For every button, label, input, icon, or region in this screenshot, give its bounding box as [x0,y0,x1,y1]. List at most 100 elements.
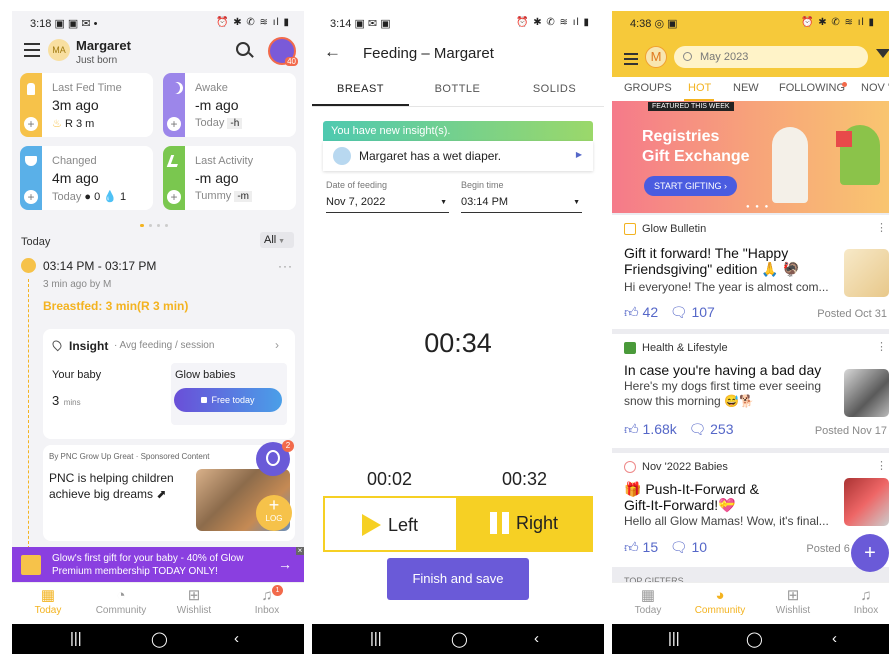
tile-last-activity[interactable]: + Last Activity -m ago Tummy -m [163,146,296,210]
nav-wishlist[interactable]: ⊞ Wishlist [758,587,828,616]
sponsor-title[interactable]: PNC is helping children achieve big drea… [49,470,187,502]
nav-inbox[interactable]: ♫ Inbox 1 [232,585,302,616]
nav-community[interactable]: ◔ Community [86,587,156,616]
tab-new[interactable]: NEW [733,82,759,94]
insight-banner[interactable]: You have new insight(s). [323,121,593,141]
free-today-button[interactable]: Free today [174,388,282,412]
filter-dropdown[interactable]: All ▼ [260,232,294,248]
post-title[interactable]: Gift it forward! The "Happy Friendsgivin… [624,245,842,277]
recents-icon[interactable]: ||| [70,630,82,647]
post-thumbnail[interactable] [844,478,889,526]
home-icon[interactable]: ◯ [746,630,763,648]
tab-following[interactable]: FOLLOWING [779,82,845,94]
tile-sub-label: Tummy [195,190,232,202]
start-gifting-button[interactable]: START GIFTING › [644,176,738,196]
comment-icon[interactable]: 🗨︎ [670,539,688,555]
nav-today[interactable]: ▦ Today [13,587,83,616]
tab-solids[interactable]: SOLIDS [506,83,603,95]
insight-card[interactable]: Insight · Avg feeding / session › Your b… [43,329,295,439]
recents-icon[interactable]: ||| [668,630,680,647]
tab-bottle[interactable]: BOTTLE [409,83,506,95]
your-baby-label: Your baby [52,369,102,381]
back-icon[interactable]: ‹ [832,630,837,647]
post-card[interactable]: Glow Bulletin ⋮ Gift it forward! The "Ha… [612,215,889,329]
nav-label: Today [634,605,662,616]
comment-icon[interactable]: 🗨︎ [688,421,706,437]
close-icon[interactable]: × [296,547,304,555]
home-icon[interactable]: ◯ [451,630,468,648]
plus-icon: + [268,495,280,515]
following-dot [842,82,847,87]
entry-time[interactable]: 03:14 PM - 03:17 PM [43,259,156,273]
chevron-down-icon: ▼ [276,238,286,245]
tab-groups[interactable]: GROUPS [624,82,672,94]
more-options-icon[interactable]: ··· [278,259,293,273]
post-title[interactable]: 🎁 Push-It-Forward & Gift-It-Forward!💝 [624,481,784,513]
tab-divider [312,106,604,107]
avatar[interactable]: MA [48,39,70,61]
nav-inbox[interactable]: ♫ Inbox [831,587,889,616]
menu-icon[interactable] [24,43,40,57]
right-side-button[interactable]: Right [458,496,593,552]
nav-today[interactable]: ▦ Today [613,587,683,616]
featured-banner[interactable]: FEATURED THIS WEEK Registries Gift Excha… [612,101,889,213]
finish-save-button[interactable]: Finish and save [387,558,529,600]
menu-icon[interactable] [624,53,638,65]
tile-changed[interactable]: + Changed 4m ago Today ● 0 💧 1 [20,146,153,210]
chevron-right-icon[interactable]: › [275,338,279,352]
more-vert-icon[interactable]: ⋮ [876,340,887,353]
post-thumbnail[interactable] [844,249,889,297]
gift-giver-illustration [772,127,808,203]
like-icon[interactable]: 👍︎ [624,539,639,555]
post-source[interactable]: Nov '2022 Babies [642,461,728,473]
log-button[interactable]: + LOG [256,495,292,531]
tile-sub-label: Today [52,191,82,203]
tab-breast[interactable]: BREAST [312,83,409,95]
tab-hot[interactable]: HOT [688,82,711,94]
post-card[interactable]: Nov '2022 Babies ⋮ 🎁 Push-It-Forward & G… [612,453,889,567]
arrow-right-icon[interactable]: → [278,556,292,572]
baby-name[interactable]: Margaret [76,38,131,53]
add-diaper-icon[interactable]: + [24,190,38,204]
post-source[interactable]: Glow Bulletin [642,223,706,235]
more-vert-icon[interactable]: ⋮ [876,221,887,234]
tile-awake[interactable]: + Awake -m ago Today -h [163,73,296,137]
add-sleep-icon[interactable]: + [167,117,181,131]
time-field[interactable]: 03:14 PM ▼ [461,196,582,213]
recents-icon[interactable]: ||| [370,630,382,647]
home-icon[interactable]: ◯ [151,630,168,648]
post-thumbnail[interactable] [844,369,889,417]
timeline-line [28,279,29,549]
bell-icon: ♫ [261,587,273,604]
more-vert-icon[interactable]: ⋮ [876,459,887,472]
date-field[interactable]: Nov 7, 2022 ▼ [326,196,449,213]
premium-promo-banner[interactable]: Glow's first gift for your baby - 40% of… [12,547,304,583]
compose-button[interactable]: + [851,534,889,572]
post-preview: Here's my dogs first time ever seeing sn… [624,379,822,408]
like-icon[interactable]: 👍︎ [624,304,639,320]
post-card[interactable]: Health & Lifestyle ⋮ In case you're havi… [612,334,889,448]
nav-wishlist[interactable]: ⊞ Wishlist [159,587,229,616]
ai-insight-button[interactable]: 2 [256,440,294,476]
back-icon[interactable]: ‹ [234,630,239,647]
premium-badge[interactable]: 40 [268,37,298,66]
log-label: LOG [265,514,283,523]
like-icon[interactable]: 👍︎ [624,421,639,437]
nav-community[interactable]: ◕ Community [685,587,755,616]
comment-icon[interactable]: 🗨︎ [670,304,688,320]
search-bar[interactable]: May 2023 [674,46,868,68]
avatar[interactable]: M [645,46,667,68]
filter-icon[interactable] [876,49,889,58]
tile-last-fed[interactable]: + Last Fed Time 3m ago ♨ R 3 m [20,73,153,137]
post-title[interactable]: In case you're having a bad day [624,362,842,378]
tab-nov-babies[interactable]: NOV ' [861,82,889,94]
back-arrow-icon[interactable]: ← [324,42,341,62]
play-arrow-icon: ▶ [575,150,582,159]
add-feed-icon[interactable]: + [24,117,38,131]
insight-notice[interactable]: Margaret has a wet diaper. ▶ [323,141,593,171]
breast-icon: ♨ [52,118,62,130]
left-side-button[interactable]: Left [323,496,458,552]
add-activity-icon[interactable]: + [167,190,181,204]
post-source[interactable]: Health & Lifestyle [642,342,728,354]
back-icon[interactable]: ‹ [534,630,539,647]
